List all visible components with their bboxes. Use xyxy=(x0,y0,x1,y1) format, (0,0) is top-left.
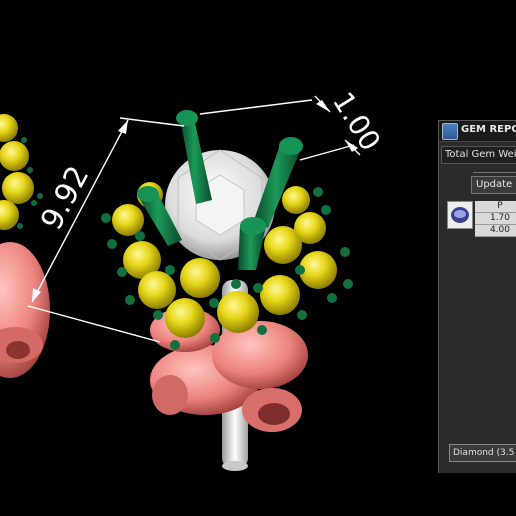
gem-type-field[interactable]: Diamond (3.5 xyxy=(449,444,516,462)
prong-dimension-label: 1.00 xyxy=(326,86,387,156)
left-earring-model xyxy=(0,114,50,378)
gem-value-2: 4.00 xyxy=(475,225,516,237)
diamond-thumbnail-icon[interactable] xyxy=(447,201,473,229)
gem-report-panel: GEM REPO Total Gem Wei Update P 1.70 4.0… xyxy=(438,120,516,473)
update-button[interactable]: Update xyxy=(471,176,516,194)
total-gem-weight-field[interactable]: Total Gem Wei xyxy=(441,146,516,164)
panel-titlebar[interactable]: GEM REPO xyxy=(439,121,516,142)
gem-report-icon xyxy=(442,123,458,140)
gem-value-1: 1.70 xyxy=(475,213,516,225)
gem-table-header: P xyxy=(475,201,516,213)
panel-title: GEM REPO xyxy=(461,124,516,135)
divider xyxy=(473,172,516,173)
